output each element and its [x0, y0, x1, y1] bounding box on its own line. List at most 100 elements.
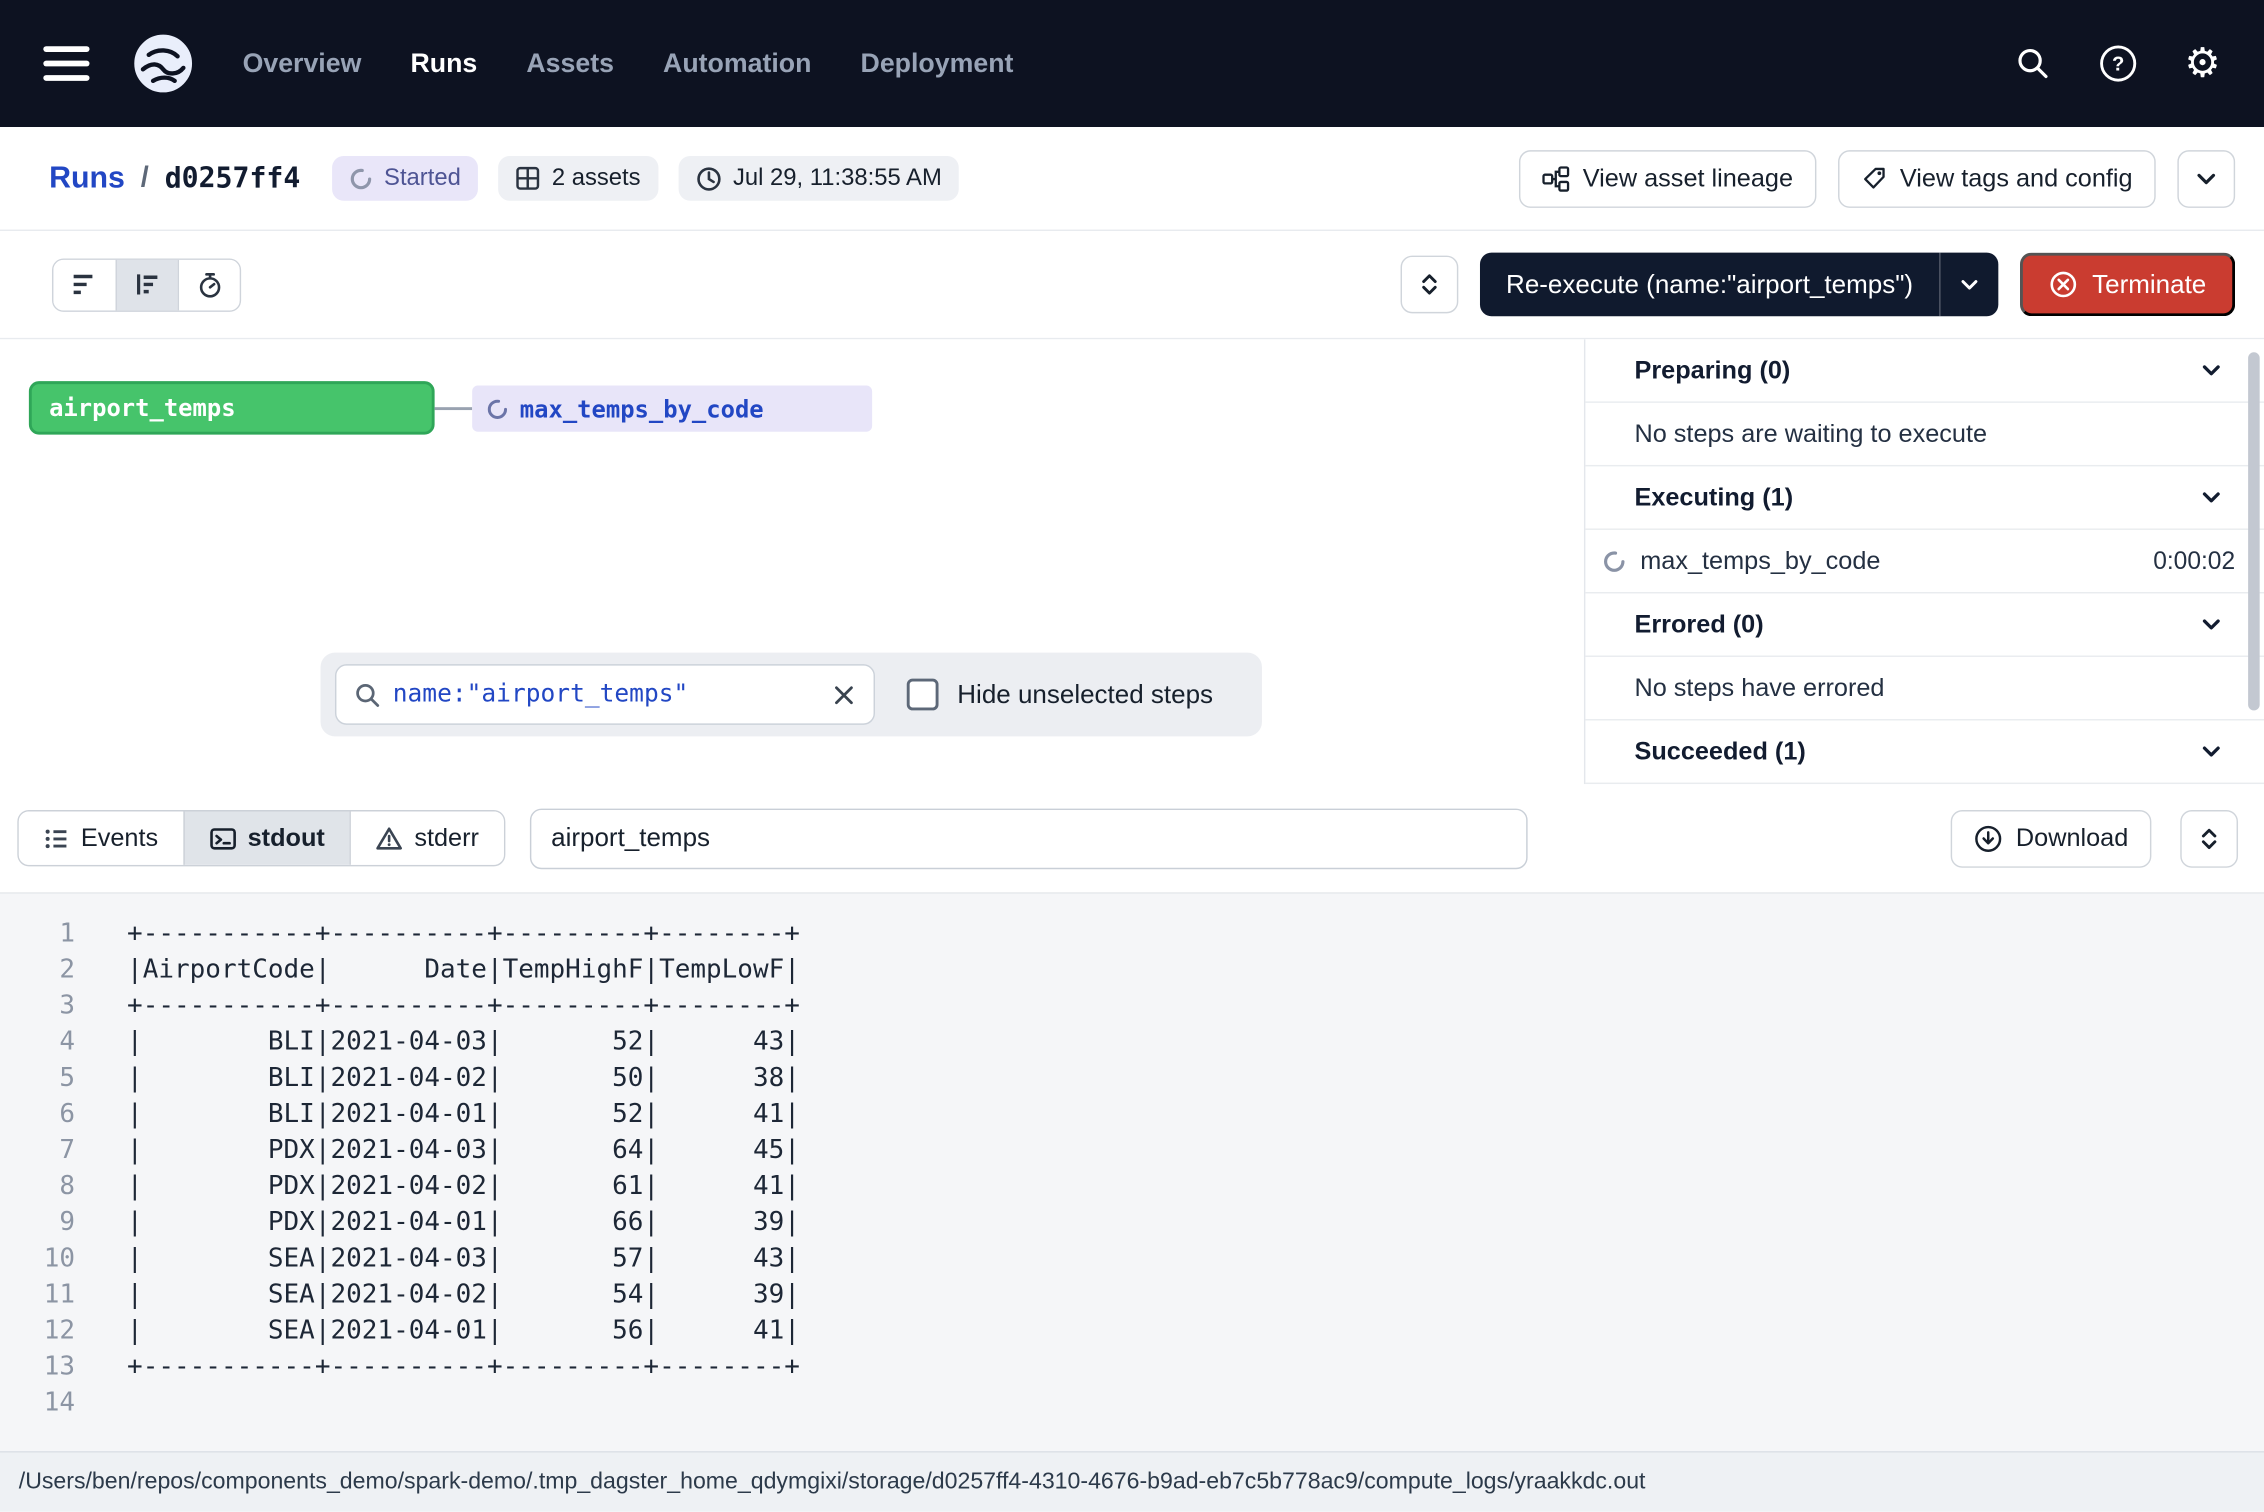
run-timestamp-badge: Jul 29, 11:38:55 AM — [678, 156, 959, 201]
hide-unselected-checkbox[interactable] — [907, 679, 939, 711]
log-line: +-----------+----------+---------+------… — [127, 915, 2264, 951]
reexecute-button[interactable]: Re-execute (name:"airport_temps") — [1480, 253, 1998, 317]
run-status-badge: Started — [332, 156, 478, 201]
reexecute-button-label[interactable]: Re-execute (name:"airport_temps") — [1480, 269, 1939, 299]
settings-gear-icon[interactable]: ⚙ — [2184, 43, 2220, 83]
log-line-number: 8 — [0, 1168, 92, 1204]
nav-item-automation[interactable]: Automation — [663, 48, 811, 80]
log-output-area[interactable]: 1234567891011121314 +-----------+-------… — [0, 894, 2264, 1451]
panel-scrollbar[interactable] — [2248, 352, 2260, 710]
log-line: +-----------+----------+---------+------… — [127, 1349, 2264, 1385]
step-filter-input[interactable] — [393, 680, 820, 709]
view-mode-timer-icon[interactable] — [178, 259, 240, 310]
nav-item-assets[interactable]: Assets — [526, 48, 614, 80]
log-line: | PDX|2021-04-03| 64| 45| — [127, 1132, 2264, 1168]
terminate-button[interactable]: Terminate — [2020, 253, 2235, 317]
log-gutter: 1234567891011121314 — [0, 894, 92, 1451]
chevron-down-icon[interactable] — [2199, 612, 2224, 637]
run-header: Runs / d0257ff4 Started 2 assets Jul 29,… — [0, 127, 2264, 231]
tab-events[interactable]: Events — [19, 811, 183, 864]
executing-step-name[interactable]: max_temps_by_code — [1640, 546, 1880, 576]
tab-stdout[interactable]: stdout — [183, 811, 350, 864]
step-node-max-temps-by-code[interactable]: max_temps_by_code — [472, 386, 872, 432]
section-title: Preparing (0) — [1634, 355, 1790, 385]
section-title: Errored (0) — [1634, 609, 1763, 639]
assets-count-badge[interactable]: 2 assets — [498, 156, 657, 201]
chevron-down-icon[interactable] — [2199, 485, 2224, 510]
log-panel-header: Events stdout stderr Download — [0, 784, 2264, 894]
run-header-actions: View asset lineage View tags and config — [1519, 149, 2235, 207]
dagster-logo[interactable] — [130, 30, 196, 96]
chevron-down-icon[interactable] — [2199, 358, 2224, 383]
expand-graph-button[interactable] — [1401, 256, 1459, 314]
spinner-icon — [1603, 549, 1626, 572]
download-icon — [1974, 824, 2003, 853]
log-line: +-----------+----------+---------+------… — [127, 988, 2264, 1024]
nav-item-runs[interactable]: Runs — [410, 48, 477, 80]
nav-item-deployment[interactable]: Deployment — [861, 48, 1014, 80]
expand-log-button[interactable] — [2180, 809, 2238, 867]
log-line-number: 14 — [0, 1385, 92, 1421]
log-line-number: 2 — [0, 952, 92, 988]
graph-edge — [435, 407, 473, 410]
top-nav: Overview Runs Assets Automation Deployme… — [0, 0, 2264, 127]
run-graph-section: airport_temps max_temps_by_code Hide uns… — [0, 339, 2264, 784]
up-down-chevrons-icon — [2196, 825, 2222, 851]
log-line: | BLI|2021-04-03| 52| 43| — [127, 1024, 2264, 1060]
chevron-down-icon — [1958, 273, 1981, 296]
clear-filter-x-icon[interactable] — [832, 682, 857, 707]
preparing-empty-message: No steps are waiting to execute — [1585, 403, 2264, 467]
section-title: Executing (1) — [1634, 482, 1793, 512]
step-node-airport-temps[interactable]: airport_temps — [29, 381, 435, 434]
section-header-preparing[interactable]: Preparing (0) — [1585, 339, 2264, 403]
section-header-executing[interactable]: Executing (1) — [1585, 466, 2264, 530]
chevron-down-icon — [2193, 165, 2219, 191]
chevron-down-icon[interactable] — [2199, 739, 2224, 764]
up-down-chevrons-icon — [1417, 271, 1443, 297]
terminal-icon — [209, 825, 236, 851]
log-line-number: 11 — [0, 1276, 92, 1312]
log-line: | BLI|2021-04-01| 52| 41| — [127, 1096, 2264, 1132]
section-header-succeeded[interactable]: Succeeded (1) — [1585, 720, 2264, 784]
view-tags-config-button[interactable]: View tags and config — [1838, 149, 2156, 207]
lineage-icon — [1542, 165, 1569, 191]
nav-item-overview[interactable]: Overview — [243, 48, 362, 80]
tag-icon — [1861, 165, 1887, 191]
log-line-number: 12 — [0, 1312, 92, 1348]
log-line: | SEA|2021-04-01| 56| 41| — [127, 1312, 2264, 1348]
log-line: | PDX|2021-04-02| 61| 41| — [127, 1168, 2264, 1204]
hide-unselected-steps-toggle[interactable]: Hide unselected steps — [907, 679, 1213, 711]
log-line: |AirportCode| Date|TempHighF|TempLowF| — [127, 952, 2264, 988]
tab-stderr[interactable]: stderr — [349, 811, 503, 864]
spinner-icon — [349, 167, 372, 190]
view-mode-flat-icon[interactable] — [53, 259, 115, 310]
graph-filter-bar: Hide unselected steps — [321, 653, 1262, 737]
reexecute-dropdown-caret[interactable] — [1941, 273, 1999, 296]
help-icon[interactable]: ? — [2098, 43, 2138, 83]
log-step-input[interactable] — [529, 808, 1527, 869]
run-header-more-button[interactable] — [2177, 149, 2235, 207]
log-line-number: 9 — [0, 1204, 92, 1240]
executing-step-elapsed: 0:00:02 — [2153, 547, 2235, 576]
run-toolbar: Re-execute (name:"airport_temps") Termin… — [0, 231, 2264, 339]
warning-triangle-icon — [375, 825, 402, 851]
log-line-number: 13 — [0, 1349, 92, 1385]
toolbar-actions: Re-execute (name:"airport_temps") Termin… — [1401, 253, 2235, 317]
view-mode-waterfall-icon[interactable] — [116, 259, 178, 310]
log-path-statusbar: /Users/ben/repos/components_demo/spark-d… — [0, 1451, 2264, 1512]
log-line: | SEA|2021-04-02| 54| 39| — [127, 1276, 2264, 1312]
section-header-errored[interactable]: Errored (0) — [1585, 593, 2264, 657]
spinner-icon — [487, 398, 509, 420]
gantt-graph-canvas[interactable]: airport_temps max_temps_by_code Hide uns… — [0, 339, 1584, 784]
app-window: Overview Runs Assets Automation Deployme… — [0, 0, 2264, 1512]
view-asset-lineage-button[interactable]: View asset lineage — [1519, 149, 1816, 207]
log-line — [127, 1385, 2264, 1421]
search-icon[interactable] — [2014, 45, 2052, 83]
hamburger-menu-icon[interactable] — [43, 46, 89, 81]
download-button[interactable]: Download — [1951, 809, 2151, 867]
log-lines: +-----------+----------+---------+------… — [92, 894, 2264, 1451]
executing-step-row[interactable]: max_temps_by_code 0:00:02 — [1585, 530, 2264, 594]
breadcrumb-runs-link[interactable]: Runs — [49, 161, 125, 196]
log-line: | BLI|2021-04-02| 50| 38| — [127, 1060, 2264, 1096]
log-tabs: Events stdout stderr — [17, 810, 505, 866]
